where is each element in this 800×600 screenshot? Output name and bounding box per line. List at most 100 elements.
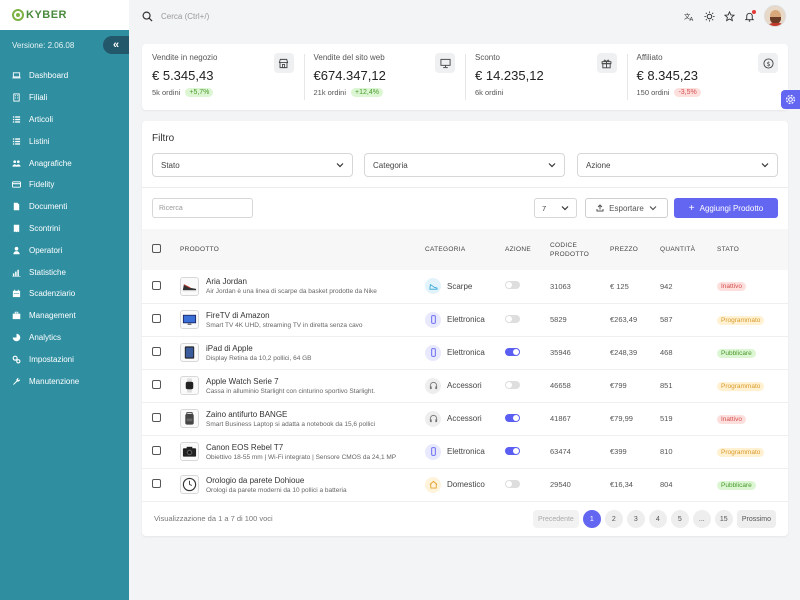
pagination-info: Visualizzazione da 1 a 7 di 100 voci — [154, 514, 273, 523]
page-size-value: 7 — [542, 203, 547, 213]
sidebar-item-analytics[interactable]: Analytics — [0, 327, 129, 349]
collapse-sidebar-button[interactable]: « — [103, 36, 129, 54]
sidebar-item-anagrafiche[interactable]: Anagrafiche — [0, 152, 129, 174]
add-product-label: Aggiungi Prodotto — [699, 203, 764, 213]
calendar-icon — [12, 289, 21, 298]
pagination-next-button[interactable]: Prossimo — [736, 510, 776, 528]
row-checkbox[interactable] — [152, 413, 161, 422]
product-name[interactable]: Zaino antifurto BANGE — [206, 410, 375, 419]
col-stato[interactable]: STATO — [717, 229, 788, 270]
product-name[interactable]: Orologio da parete Dohioue — [206, 476, 347, 485]
row-checkbox[interactable] — [152, 380, 161, 389]
theme-sun-icon[interactable] — [704, 10, 715, 22]
analytics-icon — [12, 333, 21, 342]
filter-title: Filtro — [152, 133, 175, 144]
settings-gear-icon[interactable] — [781, 90, 800, 109]
table-row[interactable]: Canon EOS Rebel T7 Obiettivo 18-55 mm | W… — [142, 435, 788, 468]
product-name[interactable]: FireTV di Amazon — [206, 311, 363, 320]
row-checkbox[interactable] — [152, 479, 161, 488]
sidebar-item-impostazioni[interactable]: Impostazioni — [0, 348, 129, 370]
sidebar-item-label: Dashboard — [29, 71, 69, 81]
sidebar-item-articoli[interactable]: Articoli — [0, 109, 129, 131]
search-icon[interactable] — [142, 11, 153, 22]
product-code: 41867 — [550, 414, 571, 423]
pagination-page[interactable]: 15 — [714, 510, 733, 528]
sidebar-item-documenti[interactable]: Documenti — [0, 196, 129, 218]
pagination-page[interactable]: 1 — [582, 510, 601, 528]
sidebar-item-operatori[interactable]: Operatori — [0, 239, 129, 261]
action-toggle[interactable] — [505, 314, 520, 323]
monitor-icon — [435, 53, 455, 73]
avatar[interactable] — [764, 5, 786, 27]
document-icon — [12, 202, 21, 211]
global-search-input[interactable]: Cerca (Ctrl+/) — [161, 12, 209, 21]
category-select[interactable]: Categoria — [364, 153, 565, 177]
col-categoria[interactable]: CATEGORIA — [425, 229, 505, 270]
pagination-page[interactable]: 3 — [626, 510, 645, 528]
product-name[interactable]: Aria Jordan — [206, 277, 377, 286]
action-toggle[interactable] — [505, 413, 520, 422]
sidebar-item-label: Listini — [29, 136, 50, 146]
sidebar-item-scadenziario[interactable]: Scadenziario — [0, 283, 129, 305]
sidebar-item-fidelity[interactable]: Fidelity — [0, 174, 129, 196]
status-badge: Pubblicare — [717, 348, 756, 358]
pagination-page[interactable]: 2 — [604, 510, 623, 528]
table-row[interactable]: Orologio da parete Dohioue Orologi da par… — [142, 468, 788, 501]
col-quantita[interactable]: QUANTITÀ — [660, 229, 717, 270]
sidebar-item-filiali[interactable]: Filiali — [0, 87, 129, 109]
col-prodotto[interactable]: PRODOTTO — [180, 229, 425, 270]
select-all-checkbox[interactable] — [152, 244, 161, 253]
action-toggle[interactable] — [505, 347, 520, 356]
list-icon — [12, 115, 21, 124]
export-button[interactable]: Esportare — [585, 198, 668, 218]
sidebar-item-statistiche[interactable]: Statistiche — [0, 261, 129, 283]
row-checkbox[interactable] — [152, 347, 161, 356]
table-row[interactable]: iPad di Apple Display Retina da 10,2 poll… — [142, 336, 788, 369]
table-row[interactable]: FireTV di Amazon Smart TV 4K UHD, streami… — [142, 303, 788, 336]
action-toggle[interactable] — [505, 479, 520, 488]
action-select[interactable]: Azione — [577, 153, 778, 177]
pagination-prev-button[interactable]: Precedente — [533, 510, 579, 528]
translate-icon[interactable]: 文A — [684, 11, 695, 22]
col-prezzo[interactable]: PREZZO — [610, 229, 660, 270]
action-toggle[interactable] — [505, 281, 520, 290]
sidebar-item-dashboard[interactable]: Dashboard — [0, 65, 129, 87]
table-row[interactable]: Apple Watch Serie 7 Cassa in alluminio St… — [142, 369, 788, 402]
star-icon[interactable] — [724, 10, 735, 22]
status-select[interactable]: Stato — [152, 153, 353, 177]
row-checkbox[interactable] — [152, 446, 161, 455]
stat-value: € 5.345,43 — [152, 68, 214, 83]
action-toggle[interactable] — [505, 380, 520, 389]
products-card: Filtro Stato Categoria Azione Ricerca 7 … — [142, 121, 788, 536]
sidebar-item-listini[interactable]: Listini — [0, 130, 129, 152]
logo[interactable]: KYBER — [12, 9, 67, 21]
row-checkbox[interactable] — [152, 314, 161, 323]
table-row[interactable]: Aria Jordan Air Jordan è una linea di sca… — [142, 270, 788, 303]
backpack-icon — [180, 409, 199, 428]
col-azione[interactable]: AZIONE — [505, 229, 550, 270]
shoe-icon — [425, 278, 441, 295]
mobile-icon — [425, 311, 441, 328]
product-name[interactable]: Canon EOS Rebel T7 — [206, 443, 396, 452]
pagination-page[interactable]: 4 — [648, 510, 667, 528]
sidebar-item-management[interactable]: Management — [0, 305, 129, 327]
product-quantity: 519 — [660, 414, 673, 423]
product-name[interactable]: Apple Watch Serie 7 — [206, 377, 375, 386]
pagination-page[interactable]: 5 — [670, 510, 689, 528]
laptop-icon — [12, 71, 21, 80]
version-row: Versione: 2.06.08 « — [0, 36, 129, 54]
table-row[interactable]: Zaino antifurto BANGE Smart Business Lapt… — [142, 402, 788, 435]
action-toggle[interactable] — [505, 446, 520, 455]
col-codice-prodotto[interactable]: CODICE PRODOTTO — [550, 229, 610, 270]
row-checkbox[interactable] — [152, 280, 161, 290]
bell-icon[interactable] — [744, 9, 756, 22]
product-name[interactable]: iPad di Apple — [206, 344, 312, 353]
sidebar-item-scontrini[interactable]: Scontrini — [0, 218, 129, 240]
stat-1: Vendite del sito web €674.347,12 21k ordin… — [303, 44, 466, 110]
user-icon — [12, 246, 21, 255]
plus-icon: + — [688, 202, 695, 214]
product-search-input[interactable]: Ricerca — [152, 198, 253, 218]
add-product-button[interactable]: + Aggiungi Prodotto — [674, 198, 778, 218]
page-size-select[interactable]: 7 — [534, 198, 577, 218]
sidebar-item-manutenzione[interactable]: Manutenzione — [0, 370, 129, 392]
